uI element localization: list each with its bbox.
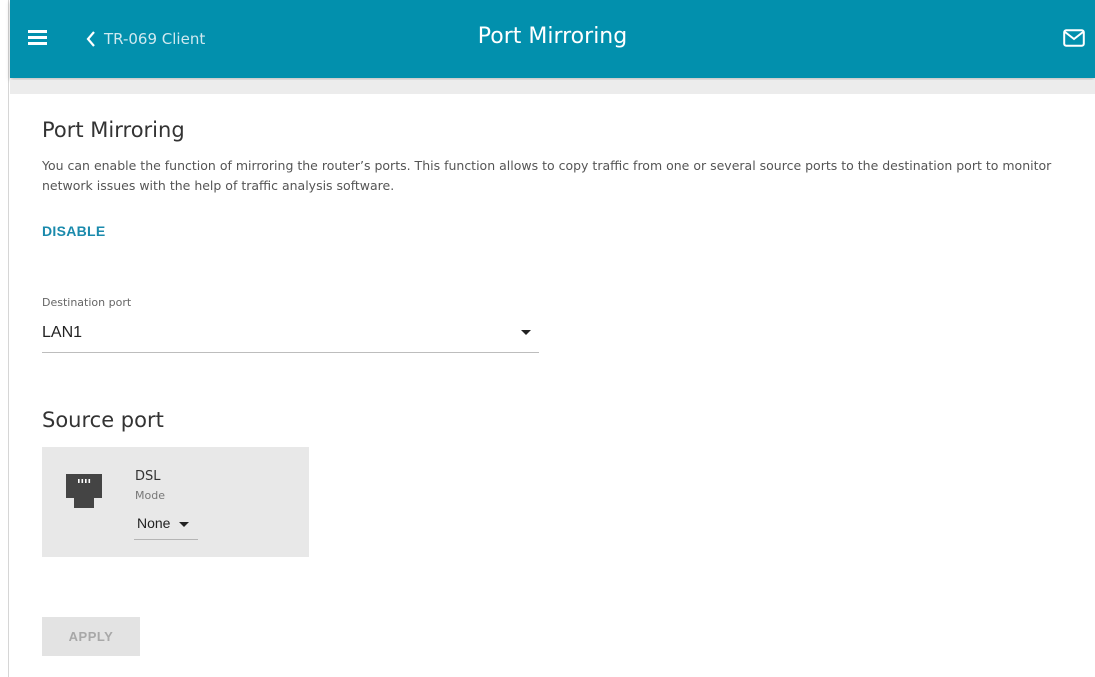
section-description: You can enable the function of mirroring… [42, 158, 1052, 193]
left-border [8, 0, 9, 677]
caret-down-icon [179, 522, 189, 527]
apply-button[interactable]: APPLY [42, 617, 140, 656]
page-title: Port Mirroring [477, 24, 628, 49]
source-port-card: DSL Mode None [42, 447, 309, 557]
destination-port-label: Destination port [42, 296, 132, 309]
source-port-mode-label: Mode [135, 489, 165, 502]
source-port-heading: Source port [42, 408, 164, 432]
main-content: Port Mirroring You can enable the functi… [42, 118, 1052, 196]
envelope-icon[interactable] [1063, 29, 1085, 47]
destination-port-value: LAN1 [42, 324, 83, 341]
caret-down-icon [521, 330, 531, 335]
source-port-mode-value: None [137, 515, 171, 531]
ethernet-port-icon [66, 474, 102, 508]
disable-button[interactable]: DISABLE [42, 223, 106, 239]
destination-port-select[interactable]: LAN1 [42, 318, 539, 353]
top-app-bar: TR-069 Client Port Mirroring [10, 0, 1095, 78]
header-subbar [10, 80, 1095, 94]
source-port-name: DSL [135, 469, 161, 484]
source-port-mode-select[interactable]: None [134, 509, 198, 540]
section-heading: Port Mirroring [42, 118, 185, 142]
